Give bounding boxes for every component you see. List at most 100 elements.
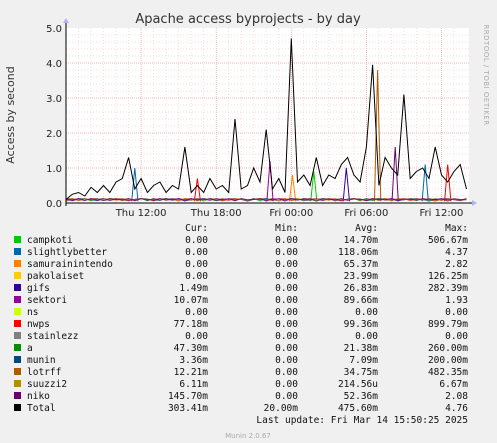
legend-value: 14.70m	[344, 235, 379, 246]
legend-value: 2.82	[445, 259, 468, 270]
legend-value: 89.66m	[344, 295, 379, 306]
legend-value: 0.00	[185, 235, 208, 246]
legend-value: 0.00	[185, 307, 208, 318]
legend-value: 77.18m	[174, 319, 209, 330]
legend-series-name: gifs	[27, 283, 50, 294]
legend-swatch	[14, 236, 21, 243]
legend-swatch	[14, 392, 21, 399]
y-tick-label: 2.0	[46, 129, 62, 140]
y-tick-label: 4.0	[46, 59, 62, 70]
x-tick-label: Fri 06:00	[344, 208, 388, 219]
legend-series-name: slightlybetter	[27, 247, 107, 258]
legend-value: 20.00m	[264, 403, 299, 414]
legend-value: 65.37m	[344, 259, 379, 270]
legend-value: 2.08	[445, 391, 468, 402]
y-tick-label: 1.0	[46, 164, 62, 175]
legend-value: 12.21m	[174, 367, 209, 378]
y-axis-arrow	[63, 18, 69, 23]
legend-value: 3.36m	[179, 355, 208, 366]
legend-value: 6.67m	[439, 379, 468, 390]
x-tick-label: Fri 00:00	[269, 208, 313, 219]
legend-series-name: niko	[27, 391, 50, 402]
legend-value: 0.00	[275, 379, 298, 390]
legend-value: 0.00	[445, 307, 468, 318]
legend-header: Max:	[445, 223, 468, 234]
legend-header: Avg:	[355, 223, 378, 234]
legend-value: 1.49m	[179, 283, 208, 294]
legend-value: 126.25m	[428, 271, 468, 282]
y-tick-labels: 0.0 1.0 2.0 3.0 4.0 5.0	[46, 24, 62, 210]
legend-value: 0.00	[275, 295, 298, 306]
legend-value: 0.00	[275, 319, 298, 330]
legend-swatch	[14, 332, 21, 339]
legend-value: 6.11m	[179, 379, 208, 390]
legend-series-name: campkoti	[27, 235, 73, 246]
legend-swatch	[14, 284, 21, 291]
legend-series-name: suuzzi2	[27, 379, 67, 390]
legend-swatch	[14, 356, 21, 363]
legend-value: 260.00m	[428, 343, 468, 354]
legend-series-name: a	[27, 343, 33, 354]
legend-value: 0.00	[185, 247, 208, 258]
legend-value: 23.99m	[344, 271, 379, 282]
chart-title: Apache access byprojects - by day	[135, 12, 361, 27]
legend-value: 118.06m	[338, 247, 378, 258]
legend-header: Cur:	[185, 223, 208, 234]
munin-chart: Apache access byprojects - by day Access…	[4, 12, 490, 440]
legend-value: 47.30m	[174, 343, 209, 354]
y-tick-label: 5.0	[46, 24, 62, 35]
legend-value: 7.09m	[349, 355, 378, 366]
legend-value: 282.39m	[428, 283, 468, 294]
legend-value: 0.00	[185, 259, 208, 270]
legend: Cur: Min: Avg: Max:campkoti 0.00 0.00 14.70m 50…	[14, 223, 468, 414]
legend-value: 0.00	[275, 235, 298, 246]
legend-value: 0.00	[355, 307, 378, 318]
legend-value: 52.36m	[344, 391, 379, 402]
legend-value: 0.00	[185, 271, 208, 282]
legend-value: 4.37	[445, 247, 468, 258]
legend-series-name: stainlezz	[27, 331, 78, 342]
legend-value: 482.35m	[428, 367, 468, 378]
legend-value: 0.00	[275, 343, 298, 354]
legend-series-name: munin	[27, 355, 56, 366]
legend-header: Min:	[275, 223, 298, 234]
legend-swatch	[14, 404, 21, 411]
legend-value: 899.79m	[428, 319, 468, 330]
legend-value: 0.00	[275, 367, 298, 378]
legend-swatch	[14, 380, 21, 387]
y-tick-label: 0.0	[46, 199, 62, 210]
legend-value: 4.76	[445, 403, 468, 414]
plot-area	[66, 28, 469, 203]
x-tick-labels: Thu 12:00 Thu 18:00 Fri 00:00 Fri 06:00 Fri …	[115, 208, 464, 219]
legend-value: 1.93	[445, 295, 468, 306]
legend-value: 0.00	[275, 283, 298, 294]
legend-value: 200.00m	[428, 355, 468, 366]
last-update: Last update: Fri Mar 14 15:50:25 2025	[256, 415, 468, 426]
legend-value: 34.75m	[344, 367, 379, 378]
legend-value: 303.41m	[168, 403, 208, 414]
rrdtool-watermark: RRDTOOL / TOBI OETIKER	[482, 24, 490, 125]
x-tick-label: Thu 18:00	[190, 208, 242, 219]
y-axis-label: Access by second	[4, 66, 17, 163]
legend-value: 0.00	[185, 331, 208, 342]
legend-value: 506.67m	[428, 235, 468, 246]
legend-swatch	[14, 296, 21, 303]
legend-value: 145.70m	[168, 391, 208, 402]
legend-value: 214.56u	[338, 379, 378, 390]
legend-value: 0.00	[275, 355, 298, 366]
legend-value: 0.00	[355, 331, 378, 342]
legend-series-name: samurainintendo	[27, 259, 113, 270]
x-tick-label: Thu 12:00	[115, 208, 167, 219]
legend-value: 475.60m	[338, 403, 378, 414]
legend-value: 26.83m	[344, 283, 379, 294]
legend-value: 0.00	[445, 331, 468, 342]
x-tick-label: Fri 12:00	[420, 208, 464, 219]
legend-value: 10.07m	[174, 295, 209, 306]
munin-version: Munin 2.0.67	[225, 432, 271, 440]
legend-series-name: nwps	[27, 319, 50, 330]
legend-value: 0.00	[275, 271, 298, 282]
legend-value: 21.38m	[344, 343, 379, 354]
legend-series-name: ns	[27, 307, 38, 318]
legend-value: 0.00	[275, 259, 298, 270]
legend-series-name: pakolaiset	[27, 271, 84, 282]
